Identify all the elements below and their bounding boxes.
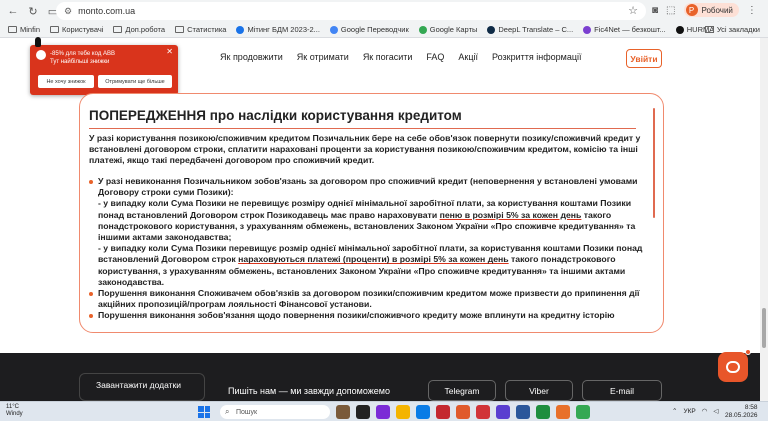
- teams-icon[interactable]: [376, 405, 390, 419]
- system-tray: ⌃ УКР ◠ ◁: [672, 407, 718, 416]
- email-button[interactable]: E-mail: [582, 380, 662, 401]
- taskbar-apps: [336, 405, 590, 419]
- warning-list: У разі невиконання Позичальником зобов'я…: [89, 176, 644, 322]
- interest-highlight: нараховуються платежі (проценти) в розмі…: [238, 254, 509, 265]
- bookmark-item[interactable]: Користувачі: [50, 25, 103, 34]
- screenshot-icon[interactable]: ◙: [652, 5, 658, 16]
- site-nav: Як продовжити Як отримати Як погасити FA…: [220, 52, 582, 62]
- title-divider: [89, 128, 636, 129]
- viber-button[interactable]: Viber: [505, 380, 573, 401]
- bookmark-item[interactable]: DeepL Translate – С...: [487, 25, 573, 34]
- extension-popup: ✕ -85% для тебе код АВВ Тут найбільші зн…: [30, 37, 178, 95]
- profile-button[interactable]: Р Робочий: [683, 3, 739, 17]
- popup-promo-subtext: Тут найбільші знижки: [50, 59, 110, 65]
- address-bar[interactable]: ⚙ monto.com.ua ☆: [56, 2, 646, 20]
- nav-link[interactable]: Розкриття інформації: [492, 52, 581, 62]
- notification-badge: [745, 349, 751, 355]
- nav-link[interactable]: Як отримати: [297, 52, 349, 62]
- list-item: Порушення виконання зобов'язання щодо по…: [89, 310, 644, 321]
- app-icon[interactable]: [496, 405, 510, 419]
- bookmark-item[interactable]: Google Карты: [418, 25, 477, 34]
- excel-icon[interactable]: [536, 405, 550, 419]
- nav-link[interactable]: FAQ: [426, 52, 444, 62]
- nav-link[interactable]: Акції: [458, 52, 478, 62]
- login-button[interactable]: Увійти: [626, 49, 662, 68]
- search-icon: ⌕: [225, 407, 230, 416]
- maps-icon: [418, 25, 427, 34]
- bookmark-item[interactable]: Google Переводчик: [329, 25, 409, 34]
- extension-pin-icon: [35, 37, 41, 47]
- pdf-icon[interactable]: [476, 405, 490, 419]
- chat-button[interactable]: [718, 349, 751, 382]
- site-info-icon[interactable]: ⚙: [64, 6, 72, 17]
- inner-scrollbar[interactable]: [653, 108, 655, 218]
- chrome-icon[interactable]: [576, 405, 590, 419]
- scrollbar-thumb[interactable]: [762, 308, 766, 348]
- widgets-icon[interactable]: [336, 405, 350, 419]
- bookmark-item[interactable]: Доп.робота: [113, 25, 165, 34]
- powerpoint-icon[interactable]: [456, 405, 470, 419]
- bookmark-star-icon[interactable]: ☆: [628, 4, 638, 17]
- bookmark-item[interactable]: Статистика: [175, 25, 226, 34]
- folder-icon: [175, 26, 185, 33]
- avatar: Р: [685, 4, 698, 16]
- file-explorer-icon[interactable]: [396, 405, 410, 419]
- volume-icon[interactable]: ◁: [713, 407, 718, 415]
- list-item: Порушення виконання Споживачем обов'язкі…: [89, 288, 644, 310]
- folder-icon: [50, 26, 60, 33]
- close-icon[interactable]: ✕: [166, 47, 173, 56]
- taskbar-search[interactable]: ⌕ Пошук: [220, 405, 330, 419]
- folder-icon: [113, 26, 123, 33]
- language-indicator[interactable]: УКР: [683, 408, 695, 415]
- reload-icon[interactable]: ↻: [26, 4, 40, 18]
- folder-icon: [8, 26, 17, 33]
- get-more-button[interactable]: Отримувати ще більше: [98, 75, 172, 88]
- popup-promo-text: -85% для тебе код АВВ: [50, 51, 115, 57]
- all-bookmarks[interactable]: Усі закладки: [704, 25, 760, 34]
- contact-heading: Пишіть нам — ми завжди допоможемо: [228, 386, 390, 396]
- site-icon: [236, 25, 245, 34]
- start-icon[interactable]: [198, 406, 210, 418]
- nav-link[interactable]: Як погасити: [363, 52, 413, 62]
- page-scrollbar[interactable]: [760, 38, 768, 401]
- extension-logo-icon: [36, 50, 46, 60]
- weather-widget[interactable]: 11°C Windy: [6, 404, 23, 418]
- profile-name: Робочий: [701, 5, 733, 15]
- back-icon[interactable]: ←: [6, 4, 20, 18]
- extensions-icon[interactable]: ⬚: [666, 5, 675, 16]
- windows-taskbar: 11°C Windy ⌕ Пошук ⌃ УКР ◠ ◁ 8:58 28.05.…: [0, 401, 768, 421]
- bookmark-item[interactable]: Minfin: [8, 25, 40, 34]
- chat-icon: [726, 361, 740, 373]
- telegram-button[interactable]: Telegram: [428, 380, 496, 401]
- bookmarks-bar: Minfin Користувачі Доп.робота Статистика…: [0, 22, 768, 38]
- word-icon[interactable]: [516, 405, 530, 419]
- nav-link[interactable]: Як продовжити: [220, 52, 283, 62]
- edge-icon[interactable]: [416, 405, 430, 419]
- menu-icon[interactable]: ⋮: [747, 5, 757, 16]
- list-item: У разі невиконання Позичальником зобов'я…: [89, 176, 644, 288]
- site-footer: Завантажити додатки Пишіть нам — ми завж…: [0, 353, 768, 401]
- tray-arrow-icon[interactable]: ⌃: [672, 407, 677, 415]
- credit-warning-card: ПОПЕРЕДЖЕННЯ про наслідки користування к…: [79, 93, 664, 333]
- folder-icon: [704, 26, 714, 33]
- hurma-icon: [675, 25, 684, 34]
- warning-intro: У разі користування позикою/споживчим кр…: [89, 133, 641, 165]
- translate-icon: [329, 25, 338, 34]
- decline-discounts-button[interactable]: Не хочу знижок: [38, 75, 94, 88]
- url-text: monto.com.ua: [78, 6, 136, 16]
- bookmark-item[interactable]: Мітинг БДМ 2023-2...: [236, 25, 320, 34]
- browser-toolbar: ← ↻ ▭ ⚙ monto.com.ua ☆ ◙ ⬚ Р Робочий ⋮: [0, 0, 768, 22]
- deepl-icon: [487, 25, 496, 34]
- site-icon: [583, 25, 592, 34]
- browser-right-tools: ◙ ⬚ Р Робочий ⋮: [652, 3, 757, 17]
- penalty-highlight: пеню в розмірі 5% за кожен день: [439, 209, 582, 220]
- task-view-icon[interactable]: [356, 405, 370, 419]
- bookmark-item[interactable]: Fic4Net — безкошт...: [583, 25, 666, 34]
- wifi-icon[interactable]: ◠: [702, 407, 708, 415]
- clock[interactable]: 8:58 28.05.2026: [725, 404, 758, 420]
- warning-title: ПОПЕРЕДЖЕННЯ про наслідки користування к…: [89, 108, 462, 123]
- firefox-icon[interactable]: [556, 405, 570, 419]
- download-apps[interactable]: Завантажити додатки: [79, 373, 205, 401]
- opera-icon[interactable]: [436, 405, 450, 419]
